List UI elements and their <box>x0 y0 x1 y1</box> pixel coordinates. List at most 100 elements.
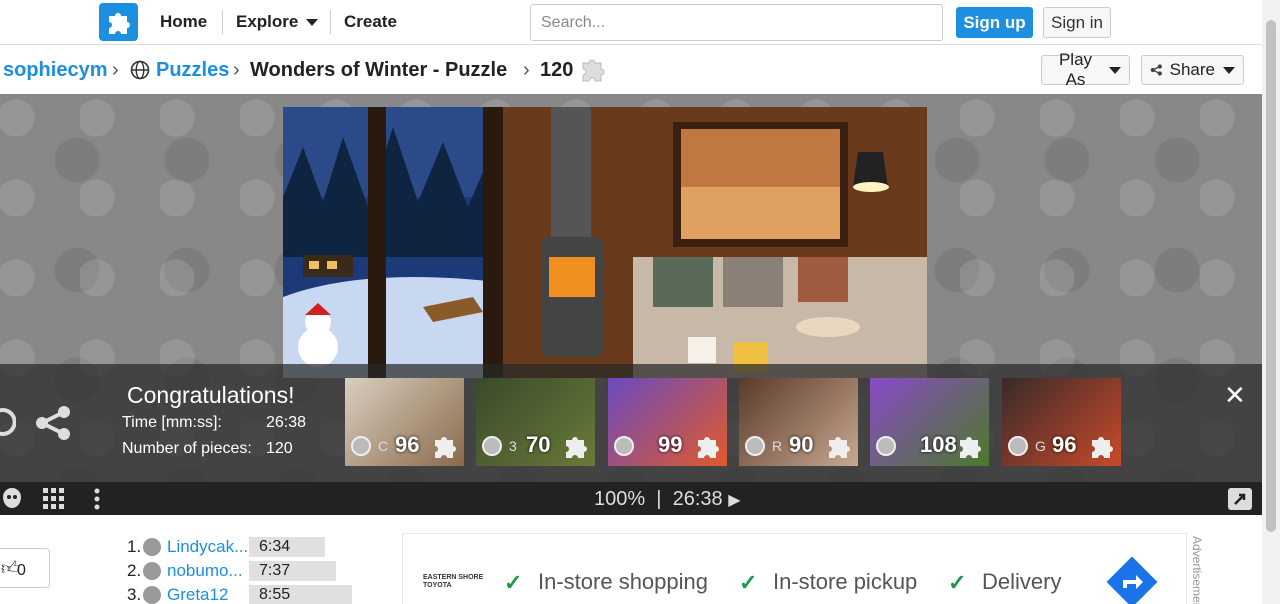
ad-item: In-store pickup <box>773 569 918 594</box>
directions-icon[interactable] <box>1106 556 1158 604</box>
search-input[interactable] <box>530 4 943 41</box>
separator: | <box>656 488 662 510</box>
chevron-right-icon: › <box>523 59 530 81</box>
puzzle-stage[interactable]: Congratulations! Time [mm:ss]: 26:38 Num… <box>0 94 1262 515</box>
avatar <box>482 436 502 456</box>
control-bar: 100% | 26:38 ▶ <box>0 482 1262 515</box>
advertisement[interactable]: EASTERN SHORE TOYOTA ✓ In-store shopping… <box>402 533 1187 604</box>
avatar <box>143 586 161 604</box>
ad-label: Advertisement <box>1190 536 1204 604</box>
page: Home Explore Create Sign up Sign in soph… <box>0 0 1280 604</box>
suggested-puzzle[interactable]: 99 <box>608 378 727 466</box>
pieces-label: Number of pieces: <box>122 440 252 457</box>
zoom-value: 100% <box>594 488 646 510</box>
avatar <box>745 436 765 456</box>
suggested-puzzle-pieces: 70 <box>526 432 551 457</box>
suggested-puzzle[interactable]: C 96 <box>345 378 464 466</box>
suggested-puzzle[interactable]: G 96 <box>1002 378 1121 466</box>
ad-item: Delivery <box>982 569 1062 594</box>
nav-create[interactable]: Create <box>344 12 397 32</box>
suggested-puzzle-pieces: 90 <box>789 432 814 457</box>
suggested-puzzle-pieces: 99 <box>658 432 683 457</box>
avatar <box>143 538 161 556</box>
suggested-puzzle-pieces: 96 <box>1052 432 1077 457</box>
site-logo[interactable] <box>99 3 138 41</box>
leaderboard-rank: 1. <box>127 537 142 556</box>
sign-up-button[interactable]: Sign up <box>956 7 1033 38</box>
suggested-puzzle-initial: 3 <box>509 438 517 454</box>
nav-explore-label: Explore <box>236 12 299 31</box>
share-dropdown[interactable]: Share <box>1141 55 1244 85</box>
puzzle-image <box>283 107 927 378</box>
leaderboard-user[interactable]: Lindycak... <box>167 537 248 557</box>
share-icon[interactable] <box>34 405 74 441</box>
time-label: Time [mm:ss]: <box>122 414 222 431</box>
puzzle-piece-icon <box>566 437 587 458</box>
replay-icon[interactable] <box>0 404 16 440</box>
completion-overlay: Congratulations! Time [mm:ss]: 26:38 Num… <box>0 364 1262 482</box>
play-as-label: Play As <box>1058 50 1093 89</box>
piece-count: 120 <box>540 59 574 81</box>
time-value: 26:38 <box>266 414 307 431</box>
nav-divider <box>222 10 223 34</box>
puzzle-piece-icon <box>698 437 719 458</box>
play-icon[interactable]: ▶ <box>728 492 740 509</box>
check-icon: ✓ <box>504 570 523 595</box>
puzzle-piece-icon <box>829 437 850 458</box>
play-as-dropdown[interactable]: Play As <box>1041 50 1130 89</box>
scrollbar-thumb[interactable] <box>1266 20 1276 532</box>
globe-icon <box>130 60 150 80</box>
puzzle-piece-icon <box>1092 437 1113 458</box>
leaderboard-time: 8:55 <box>249 585 352 604</box>
suggested-puzzle[interactable]: R 90 <box>739 378 858 466</box>
leaderboard-time: 7:37 <box>249 561 336 581</box>
chevron-down-icon <box>1223 66 1235 74</box>
congrats-heading: Congratulations! <box>127 382 295 408</box>
page-title: Wonders of Winter - Puzzle <box>250 59 508 81</box>
grid-icon[interactable] <box>42 487 66 511</box>
suggested-puzzle-initial: G <box>1035 438 1046 454</box>
suggested-puzzle-pieces: 96 <box>395 432 420 457</box>
timer: 26:38 <box>672 488 723 510</box>
top-nav: Home Explore Create Sign up Sign in <box>0 0 1262 45</box>
avatar <box>876 436 896 456</box>
ad-brand: EASTERN SHORE TOYOTA <box>423 574 484 589</box>
suggested-puzzle[interactable]: 108 <box>870 378 989 466</box>
avatar <box>1008 436 1028 456</box>
puzzle-piece-icon <box>960 437 981 458</box>
chevron-right-icon: › <box>233 59 240 81</box>
fullscreen-icon[interactable] <box>1227 487 1253 511</box>
nav-home[interactable]: Home <box>160 12 207 32</box>
leaderboard-time: 6:34 <box>249 537 325 557</box>
breadcrumb-puzzles[interactable]: Puzzles <box>156 59 229 82</box>
suggested-puzzle-pieces: 108 <box>920 432 957 457</box>
puzzle-piece-icon[interactable] <box>580 55 606 83</box>
close-icon[interactable]: ✕ <box>1224 380 1246 411</box>
avatar <box>351 436 371 456</box>
more-icon[interactable] <box>93 488 101 510</box>
leaderboard-rank: 2. <box>127 561 142 580</box>
chevron-down-icon <box>306 19 319 27</box>
check-icon: ✓ <box>948 570 967 595</box>
chevron-right-icon: › <box>112 59 119 81</box>
zoom-level: 100% | 26:38 ▶ <box>594 488 741 511</box>
ghost-icon[interactable] <box>0 486 24 510</box>
breadcrumb-user[interactable]: sophiecym <box>3 59 107 82</box>
nav-divider <box>330 10 331 34</box>
avatar <box>614 436 634 456</box>
leaderboard-user[interactable]: Greta12 <box>167 585 228 604</box>
scrollbar[interactable] <box>1262 0 1280 604</box>
leaderboard-rank: 3. <box>127 585 142 604</box>
pieces-value: 120 <box>266 440 293 457</box>
share-label: Share <box>1169 60 1215 79</box>
nav-explore[interactable]: Explore <box>236 12 319 32</box>
puzzle-logo-icon <box>108 13 130 34</box>
ad-item: In-store shopping <box>538 569 708 594</box>
suggested-puzzle[interactable]: 3 70 <box>476 378 595 466</box>
puzzle-piece-icon <box>435 437 456 458</box>
chevron-down-icon <box>1109 66 1121 74</box>
leaderboard-user[interactable]: nobumo... <box>167 561 243 581</box>
sign-in-button[interactable]: Sign in <box>1043 7 1111 38</box>
suggested-puzzle-initial: C <box>378 438 389 454</box>
suggested-puzzle-initial: R <box>772 438 783 454</box>
